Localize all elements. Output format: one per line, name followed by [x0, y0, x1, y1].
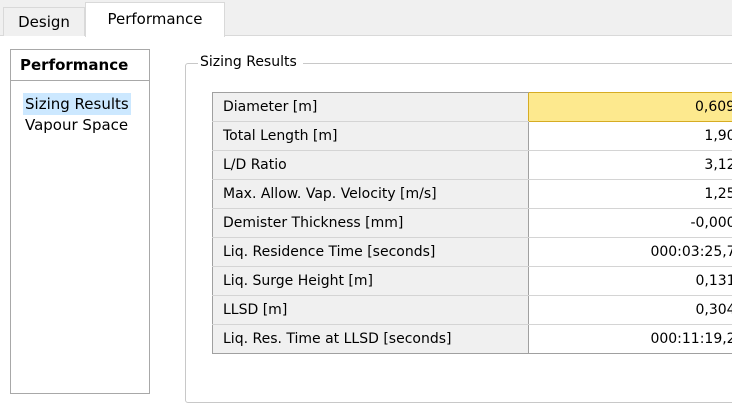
navigation-panel: Performance Sizing Results Vapour Space [10, 49, 150, 394]
table-row: Liq. Surge Height [m] 0,1318 [213, 267, 732, 296]
row-value[interactable]: -0,0000 [529, 209, 732, 238]
table-row: Liq. Res. Time at LLSD [seconds] 000:11:… [213, 325, 732, 354]
row-value[interactable]: 1,902 [529, 122, 732, 151]
table-row: LLSD [m] 0,3048 [213, 296, 732, 325]
results-table: Diameter [m] 0,6096 Total Length [m] 1,9… [212, 92, 732, 354]
group-title: Sizing Results [198, 52, 303, 72]
row-label: Liq. Residence Time [seconds] [213, 238, 529, 267]
row-label: Liq. Res. Time at LLSD [seconds] [213, 325, 529, 354]
row-label: Liq. Surge Height [m] [213, 267, 529, 296]
tab-strip: Design Performance [0, 0, 732, 36]
row-value[interactable]: 0,1318 [529, 267, 732, 296]
row-label: LLSD [m] [213, 296, 529, 325]
row-value[interactable]: 0,6096 [529, 93, 732, 122]
table-row: Total Length [m] 1,902 [213, 122, 732, 151]
row-value[interactable]: 0,3048 [529, 296, 732, 325]
nav-item-sizing-results[interactable]: Sizing Results [23, 93, 131, 115]
row-value[interactable]: 000:11:19,28 [529, 325, 732, 354]
table-row: Max. Allow. Vap. Velocity [m/s] 1,250 [213, 180, 732, 209]
row-label: L/D Ratio [213, 151, 529, 180]
row-value[interactable]: 1,250 [529, 180, 732, 209]
row-label: Max. Allow. Vap. Velocity [m/s] [213, 180, 529, 209]
row-label: Demister Thickness [mm] [213, 209, 529, 238]
tab-design[interactable]: Design [3, 7, 85, 36]
table-row: Demister Thickness [mm] -0,0000 [213, 209, 732, 238]
table-row: L/D Ratio 3,120 [213, 151, 732, 180]
row-value[interactable]: 000:03:25,71 [529, 238, 732, 267]
row-value[interactable]: 3,120 [529, 151, 732, 180]
nav-item-vapour-space[interactable]: Vapour Space [23, 114, 130, 136]
nav-header: Performance [11, 50, 149, 81]
table-row: Liq. Residence Time [seconds] 000:03:25,… [213, 238, 732, 267]
row-label: Diameter [m] [213, 93, 529, 122]
table-row: Diameter [m] 0,6096 [213, 93, 732, 122]
tab-performance[interactable]: Performance [85, 2, 225, 37]
row-label: Total Length [m] [213, 122, 529, 151]
